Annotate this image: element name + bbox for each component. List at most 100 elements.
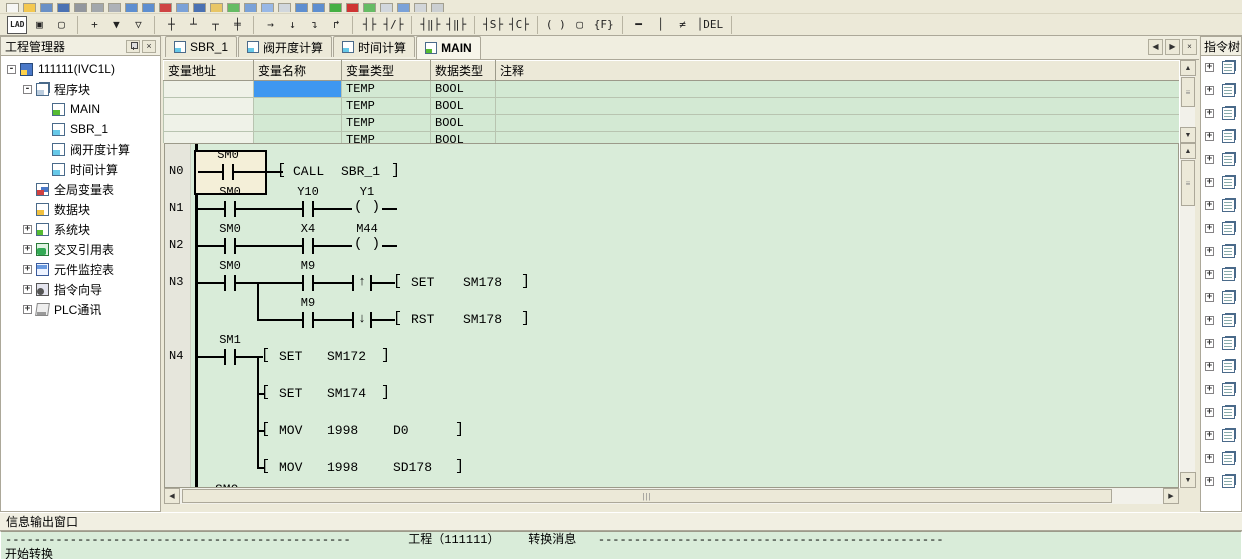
clipped-toolbar-icon[interactable] <box>176 3 189 12</box>
tree-expander[interactable]: + <box>1205 178 1214 187</box>
ladder-tool-button[interactable]: ↴ <box>304 16 324 34</box>
scroll-left-icon[interactable]: ◀ <box>164 488 180 504</box>
ladder-tool-button[interactable]: → <box>260 16 280 34</box>
ladder-tool-button[interactable]: LAD <box>7 16 27 34</box>
tree-expander[interactable]: + <box>1205 454 1214 463</box>
clipped-toolbar-icon[interactable] <box>6 3 19 12</box>
clipped-toolbar-icon[interactable] <box>40 3 53 12</box>
cell-name[interactable] <box>254 115 342 132</box>
cell-data_type[interactable]: BOOL <box>431 132 496 144</box>
tab-MAIN[interactable]: MAIN <box>416 36 481 59</box>
ladder-tool-button[interactable]: │DEL <box>695 16 726 34</box>
sidebar-item-subprogram[interactable]: 时间计算 <box>1 159 160 179</box>
instr-op[interactable]: SET <box>411 275 434 290</box>
column-header[interactable]: 变量类型 <box>342 61 431 81</box>
contact-sm0[interactable]: SM0 <box>211 161 245 183</box>
table-row[interactable]: TEMPBOOL <box>164 81 1180 98</box>
instruction-tree-item[interactable]: + <box>1201 378 1241 401</box>
sidebar-item-program-blocks[interactable]: -程序块 <box>1 79 160 99</box>
instruction-tree-item[interactable]: + <box>1201 125 1241 148</box>
ladder-tool-button[interactable]: ↱ <box>326 16 346 34</box>
tree-expander[interactable]: + <box>1205 247 1214 256</box>
clipped-toolbar-icon[interactable] <box>346 3 359 12</box>
instruction-tree-item[interactable]: + <box>1201 447 1241 470</box>
tree-expander[interactable]: + <box>1205 63 1214 72</box>
tree-expander[interactable]: + <box>1205 109 1214 118</box>
tab-SBR_1[interactable]: SBR_1 <box>165 36 237 57</box>
ladder-canvas[interactable]: N0 N1 N2 N3 N4 SM0 [ CALL SBR_1 ] <box>164 143 1179 488</box>
contact-x4[interactable]: X4 <box>291 235 325 257</box>
sidebar-item-project[interactable]: -111111(IVC1L) <box>1 59 160 79</box>
clipped-toolbar-icon[interactable] <box>210 3 223 12</box>
instruction-tree-item[interactable]: + <box>1201 332 1241 355</box>
column-header[interactable]: 变量名称 <box>254 61 342 81</box>
sidebar-item-instruction-wizard[interactable]: +指令向导 <box>1 279 160 299</box>
table-row[interactable]: TEMPBOOL <box>164 132 1180 144</box>
clipped-toolbar-icon[interactable] <box>363 3 376 12</box>
ladder-tool-button[interactable]: ┤├ <box>359 16 379 34</box>
ladder-tool-button[interactable]: ┼ <box>161 16 181 34</box>
variable-grid-vscrollbar[interactable]: ▲ ≡ ▼ <box>1179 60 1195 143</box>
sidebar-item-subprogram[interactable]: 阀开度计算 <box>1 139 160 159</box>
clipped-toolbar-icon[interactable] <box>244 3 257 12</box>
contact-m9[interactable]: M9 <box>291 309 325 331</box>
cell-data_type[interactable]: BOOL <box>431 98 496 115</box>
ladder-tool-button[interactable]: ┬ <box>205 16 225 34</box>
clipped-toolbar-icon[interactable] <box>261 3 274 12</box>
tree-expander[interactable]: + <box>23 225 32 234</box>
table-row[interactable]: TEMPBOOL <box>164 115 1180 132</box>
cell-name[interactable] <box>254 132 342 144</box>
cell-var_type[interactable]: TEMP <box>342 98 431 115</box>
tab-close-icon[interactable]: × <box>1182 39 1197 55</box>
tree-expander[interactable]: - <box>23 85 32 94</box>
clipped-toolbar-icon[interactable] <box>159 3 172 12</box>
tree-expander[interactable]: + <box>1205 339 1214 348</box>
sidebar-item-system-block[interactable]: +系统块 <box>1 219 160 239</box>
scroll-up-icon[interactable]: ▲ <box>1180 143 1196 159</box>
tree-expander[interactable]: + <box>23 285 32 294</box>
instr-op[interactable]: MOV <box>279 423 302 438</box>
instruction-tree-item[interactable]: + <box>1201 355 1241 378</box>
clipped-toolbar-icon[interactable] <box>312 3 325 12</box>
instr-op[interactable]: SET <box>279 386 302 401</box>
sidebar-item-main-program[interactable]: MAIN <box>1 99 160 119</box>
tree-expander[interactable]: + <box>1205 201 1214 210</box>
cell-addr[interactable] <box>164 98 254 115</box>
cell-var_type[interactable]: TEMP <box>342 132 431 144</box>
clipped-toolbar-icon[interactable] <box>23 3 36 12</box>
column-header[interactable]: 注释 <box>496 61 1180 81</box>
tree-expander[interactable]: + <box>1205 477 1214 486</box>
cell-addr[interactable] <box>164 132 254 144</box>
instruction-tree-item[interactable]: + <box>1201 56 1241 79</box>
clipped-toolbar-icon[interactable] <box>142 3 155 12</box>
cell-comment[interactable] <box>496 132 1180 144</box>
ladder-tool-button[interactable]: ┴ <box>183 16 203 34</box>
tree-expander[interactable]: + <box>1205 408 1214 417</box>
clipped-toolbar-icon[interactable] <box>108 3 121 12</box>
ladder-tool-button[interactable]: ▽ <box>128 16 148 34</box>
cell-comment[interactable] <box>496 81 1180 98</box>
tree-expander[interactable]: + <box>1205 155 1214 164</box>
scroll-down-icon[interactable]: ▼ <box>1180 472 1196 488</box>
scrollbar-thumb[interactable]: ||| <box>182 489 1112 503</box>
clipped-toolbar-icon[interactable] <box>380 3 393 12</box>
instruction-tree-item[interactable]: + <box>1201 286 1241 309</box>
sidebar-item-global-var-table[interactable]: 全局变量表 <box>1 179 160 199</box>
column-header[interactable]: 变量地址 <box>164 61 254 81</box>
sidebar-item-data-block[interactable]: 数据块 <box>1 199 160 219</box>
ladder-tool-button[interactable]: ( ) <box>544 16 568 34</box>
sidebar-item-plc-comm[interactable]: +PLC通讯 <box>1 299 160 319</box>
tree-expander[interactable]: + <box>23 305 32 314</box>
tree-expander[interactable]: + <box>23 265 32 274</box>
instruction-tree-item[interactable]: + <box>1201 240 1241 263</box>
coil-y1[interactable]: Y1 () <box>349 198 385 220</box>
cell-var_type[interactable]: TEMP <box>342 81 431 98</box>
ladder-tool-button[interactable]: + <box>84 16 104 34</box>
instr-arg[interactable]: SM178 <box>463 275 502 290</box>
ladder-tool-button[interactable]: ┤‖├ <box>418 16 442 34</box>
instruction-tree-item[interactable]: + <box>1201 148 1241 171</box>
clipped-toolbar-icon[interactable] <box>91 3 104 12</box>
selected-cell[interactable] <box>254 81 342 98</box>
table-row[interactable]: TEMPBOOL <box>164 98 1180 115</box>
tree-expander[interactable]: + <box>1205 431 1214 440</box>
